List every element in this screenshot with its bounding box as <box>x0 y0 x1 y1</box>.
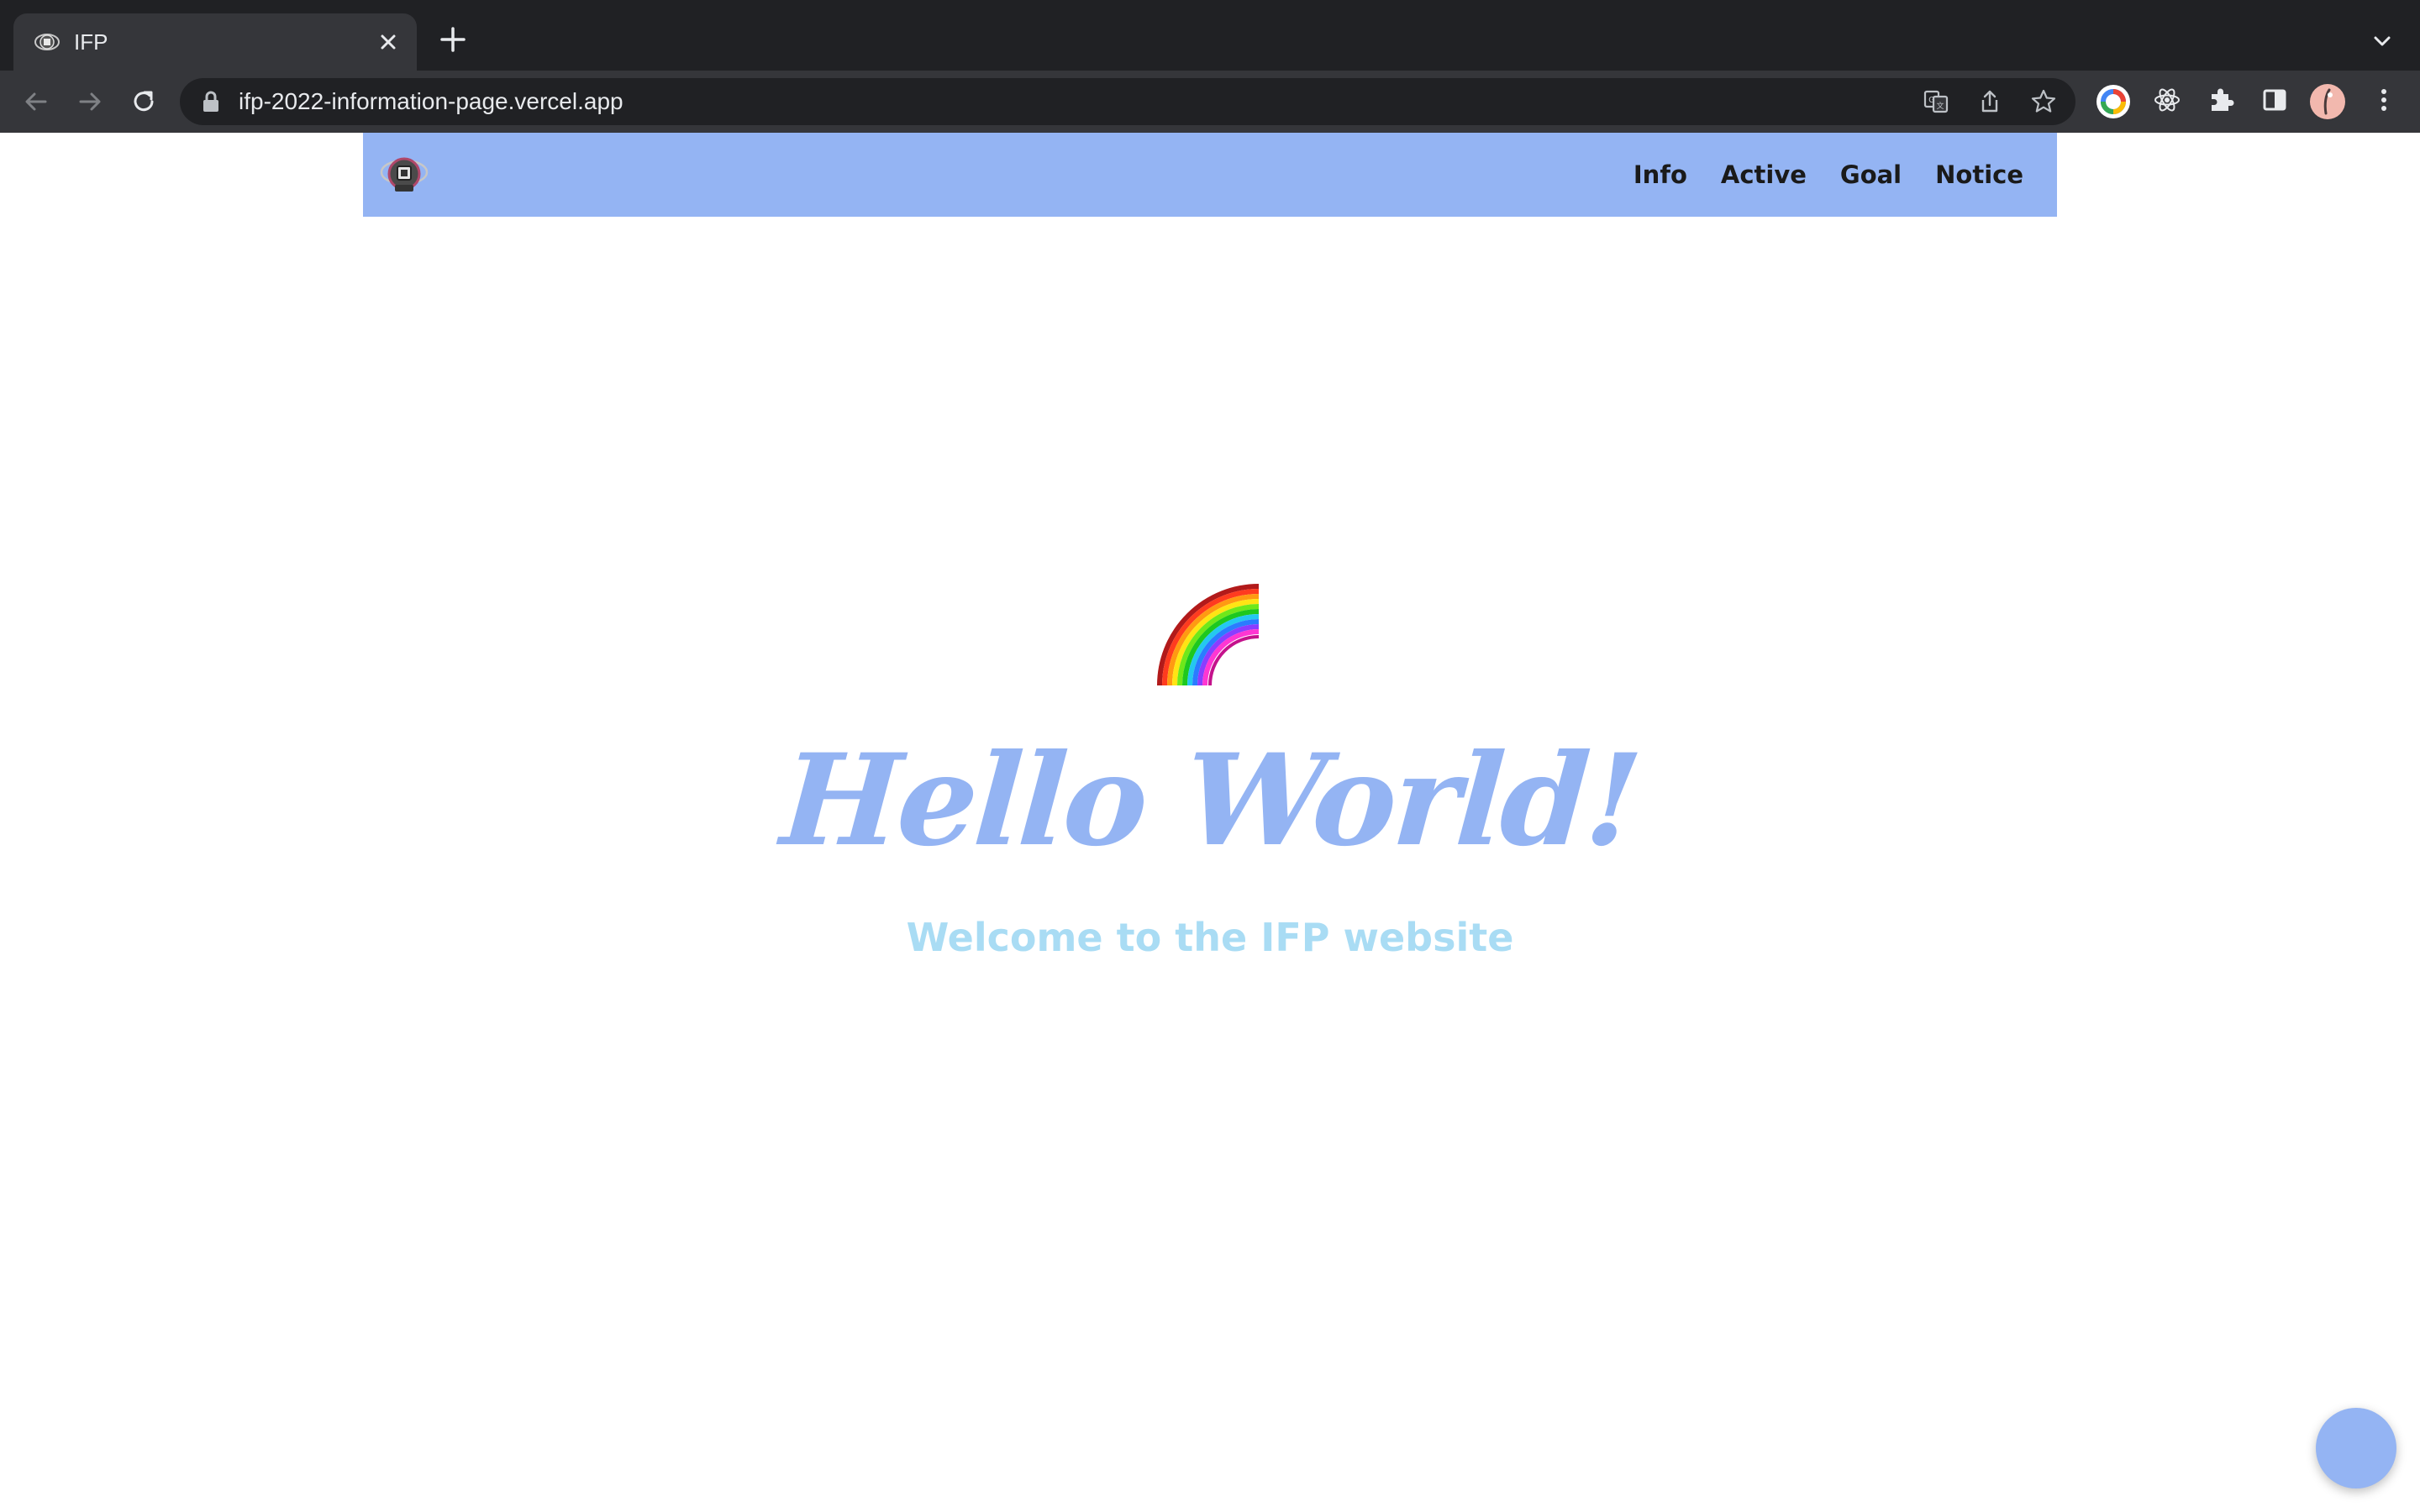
puzzle-icon[interactable] <box>2205 84 2237 116</box>
browser-toolbar: ifp-2022-information-page.vercel.app G 文 <box>0 71 2420 133</box>
address-bar[interactable]: ifp-2022-information-page.vercel.app G 文 <box>180 78 2075 125</box>
nav-link-active[interactable]: Active <box>1721 160 1807 189</box>
tab-title: IFP <box>74 29 108 55</box>
color-extension-icon[interactable] <box>2096 84 2131 119</box>
site-logo-icon[interactable] <box>380 150 429 198</box>
svg-text:G: G <box>1928 96 1935 105</box>
react-devtools-icon[interactable] <box>2151 84 2183 116</box>
reload-icon[interactable] <box>128 86 160 118</box>
avatar[interactable] <box>2309 83 2346 120</box>
arrow-left-icon[interactable] <box>20 86 52 118</box>
translate-icon[interactable]: G 文 <box>1923 88 1949 115</box>
browser-tab-strip: IFP <box>0 0 2420 71</box>
rainbow-icon <box>1157 584 1260 685</box>
star-icon[interactable] <box>2030 88 2057 115</box>
lock-icon[interactable] <box>202 91 220 113</box>
nav-links: Info Active Goal Notice <box>1634 133 2023 217</box>
close-icon[interactable] <box>375 29 402 55</box>
hero-title: Hello World! <box>776 727 1644 874</box>
kebab-menu-icon[interactable] <box>2368 84 2400 116</box>
site-navbar: Info Active Goal Notice <box>363 133 2057 217</box>
site-logo-icon <box>34 34 60 50</box>
hero-subtitle: Welcome to the IFP website <box>906 915 1514 960</box>
svg-text:文: 文 <box>1936 101 1944 111</box>
nav-link-info[interactable]: Info <box>1634 160 1687 189</box>
nav-link-goal[interactable]: Goal <box>1840 160 1902 189</box>
share-icon[interactable] <box>1976 88 2003 115</box>
floating-action-button[interactable] <box>2316 1408 2396 1488</box>
chevron-down-icon[interactable] <box>2370 29 2395 54</box>
nav-link-notice[interactable]: Notice <box>1935 160 2023 189</box>
arrow-right-icon[interactable] <box>74 86 106 118</box>
browser-tab[interactable]: IFP <box>13 13 417 71</box>
url-text[interactable]: ifp-2022-information-page.vercel.app <box>239 87 623 117</box>
side-panel-icon[interactable] <box>2259 84 2291 116</box>
new-tab-icon[interactable] <box>439 25 467 54</box>
